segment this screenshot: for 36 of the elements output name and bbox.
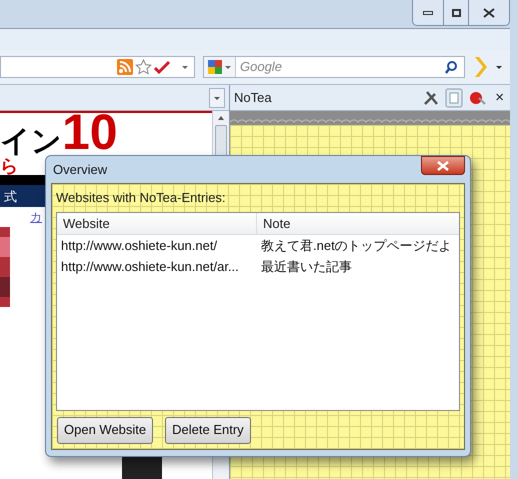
close-icon	[483, 8, 495, 18]
notes-icon[interactable]	[445, 88, 464, 108]
address-bar[interactable]	[0, 56, 195, 78]
headline-text: イン	[0, 127, 62, 157]
checkmark-icon[interactable]	[154, 60, 170, 74]
table-cell-text: http://www.oshiete-kun.net/ar...	[60, 258, 240, 276]
star-icon[interactable]	[135, 59, 152, 75]
panel-heading: Websites with NoTea-Entries:	[56, 189, 227, 208]
search-field[interactable]: Google	[203, 56, 465, 78]
caret-icon	[224, 63, 232, 71]
scroll-up-icon[interactable]	[217, 115, 225, 121]
dialog-close-button[interactable]	[421, 156, 465, 175]
sidebar-close-button[interactable]: ×	[493, 90, 506, 105]
column-header[interactable]: Note	[257, 213, 459, 234]
tab-list-button[interactable]	[209, 88, 225, 108]
dialog-button[interactable]: Delete Entry	[165, 416, 251, 444]
dialog-button[interactable]: Open Website	[57, 416, 154, 444]
close-icon	[437, 160, 449, 170]
color-blocks-icon	[207, 59, 223, 75]
banner-text: ら	[0, 157, 18, 175]
headline-number: 10	[62, 113, 118, 157]
sidebar-title: NoTea	[234, 88, 273, 107]
table-cell-text: 教えて君.netのトップページだよ	[260, 236, 453, 255]
maximize-button[interactable]	[443, 0, 469, 25]
dark-block	[122, 457, 162, 479]
column-header[interactable]: Website	[57, 213, 257, 234]
table-cell-text: http://www.oshiete-kun.net/	[60, 236, 218, 255]
page-link[interactable]: カ	[30, 211, 42, 223]
search-icon[interactable]	[444, 60, 458, 74]
feed-icon[interactable]	[117, 59, 133, 75]
help-icon[interactable]	[469, 90, 488, 106]
nav-text: 式	[4, 190, 17, 202]
table-cell-text: 最近書いた記事	[260, 258, 353, 276]
dialog-title: Overview	[52, 160, 108, 179]
dropdown-icon[interactable]	[495, 63, 503, 71]
engine-selector[interactable]	[204, 57, 236, 77]
